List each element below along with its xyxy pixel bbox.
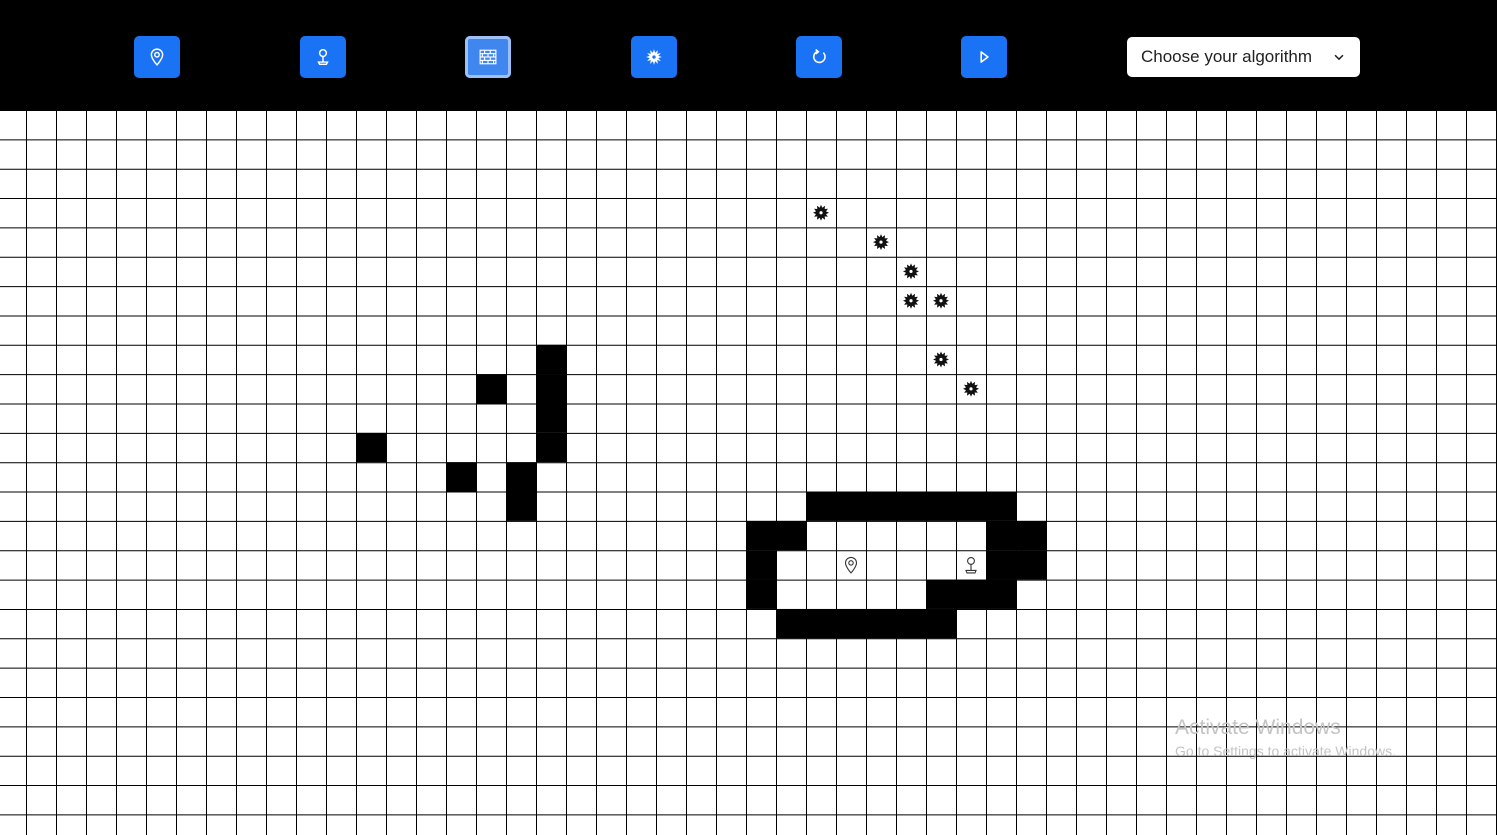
weight-gear-icon[interactable]: [813, 204, 829, 221]
wall-cell[interactable]: [836, 491, 866, 521]
play-icon: [980, 51, 989, 63]
weight-gear-icon[interactable]: [903, 263, 919, 280]
wall-cell[interactable]: [536, 374, 566, 404]
wall-cell[interactable]: [926, 608, 956, 639]
wall-cell[interactable]: [746, 579, 776, 609]
wall-cell[interactable]: [926, 491, 956, 521]
target-node-pushpin-icon[interactable]: [965, 556, 977, 574]
weight-tool-button[interactable]: [631, 36, 677, 78]
wall-cell[interactable]: [866, 491, 896, 521]
wall-cell[interactable]: [836, 608, 866, 639]
wall-cell[interactable]: [1016, 550, 1046, 580]
wall-cell[interactable]: [536, 432, 566, 463]
pushpin-icon: [317, 48, 329, 66]
wall-cell[interactable]: [896, 608, 926, 639]
algorithm-select[interactable]: Choose your algorithm: [1127, 37, 1360, 77]
wall-cell[interactable]: [866, 608, 896, 639]
reset-button[interactable]: [796, 36, 842, 78]
visualize-button[interactable]: [961, 36, 1007, 78]
target-node-button[interactable]: [300, 36, 346, 78]
start-node-map-pin-icon[interactable]: [844, 556, 858, 574]
grid-board[interactable]: [0, 111, 1497, 835]
wall-cell[interactable]: [956, 579, 986, 609]
wall-cell[interactable]: [506, 491, 536, 521]
weight-gear-icon[interactable]: [963, 380, 979, 397]
weight-gear-icon[interactable]: [903, 292, 919, 309]
wall-cell[interactable]: [776, 608, 806, 639]
wall-cell[interactable]: [446, 462, 476, 492]
wall-cell[interactable]: [476, 374, 506, 404]
wall-cell[interactable]: [506, 462, 536, 492]
refresh-icon: [813, 48, 826, 64]
start-node-button[interactable]: [134, 36, 180, 78]
wall-cell[interactable]: [746, 550, 776, 580]
wall-cell[interactable]: [806, 608, 836, 639]
grid-canvas[interactable]: [0, 111, 1497, 835]
map-pin-icon: [150, 48, 164, 66]
wall-cell[interactable]: [986, 491, 1016, 521]
wall-cell[interactable]: [896, 491, 926, 521]
weight-gear-icon[interactable]: [873, 234, 889, 251]
wall-cell[interactable]: [536, 403, 566, 433]
wall-cell[interactable]: [986, 520, 1016, 551]
chevron-down-icon: [1334, 54, 1344, 61]
wall-cell[interactable]: [986, 550, 1016, 580]
wall-tool-button[interactable]: [465, 36, 511, 78]
wall-cell[interactable]: [956, 491, 986, 521]
brick-wall-icon: [479, 49, 497, 65]
wall-cell[interactable]: [806, 491, 836, 521]
grid-lines: [0, 111, 1497, 835]
algorithm-select-value: Choose your algorithm: [1141, 47, 1313, 66]
wall-cell[interactable]: [986, 579, 1016, 609]
wall-cell[interactable]: [536, 344, 566, 375]
wall-cell[interactable]: [776, 520, 806, 551]
wall-cell[interactable]: [1016, 520, 1046, 551]
wall-cell[interactable]: [356, 432, 386, 463]
weight-gear-icon[interactable]: [933, 351, 949, 368]
toolbar: Choose your algorithm: [0, 0, 1497, 111]
gear-cog-icon: [646, 49, 662, 65]
weight-gear-icon[interactable]: [933, 292, 949, 309]
wall-cell[interactable]: [746, 520, 776, 551]
wall-cell[interactable]: [926, 579, 956, 609]
